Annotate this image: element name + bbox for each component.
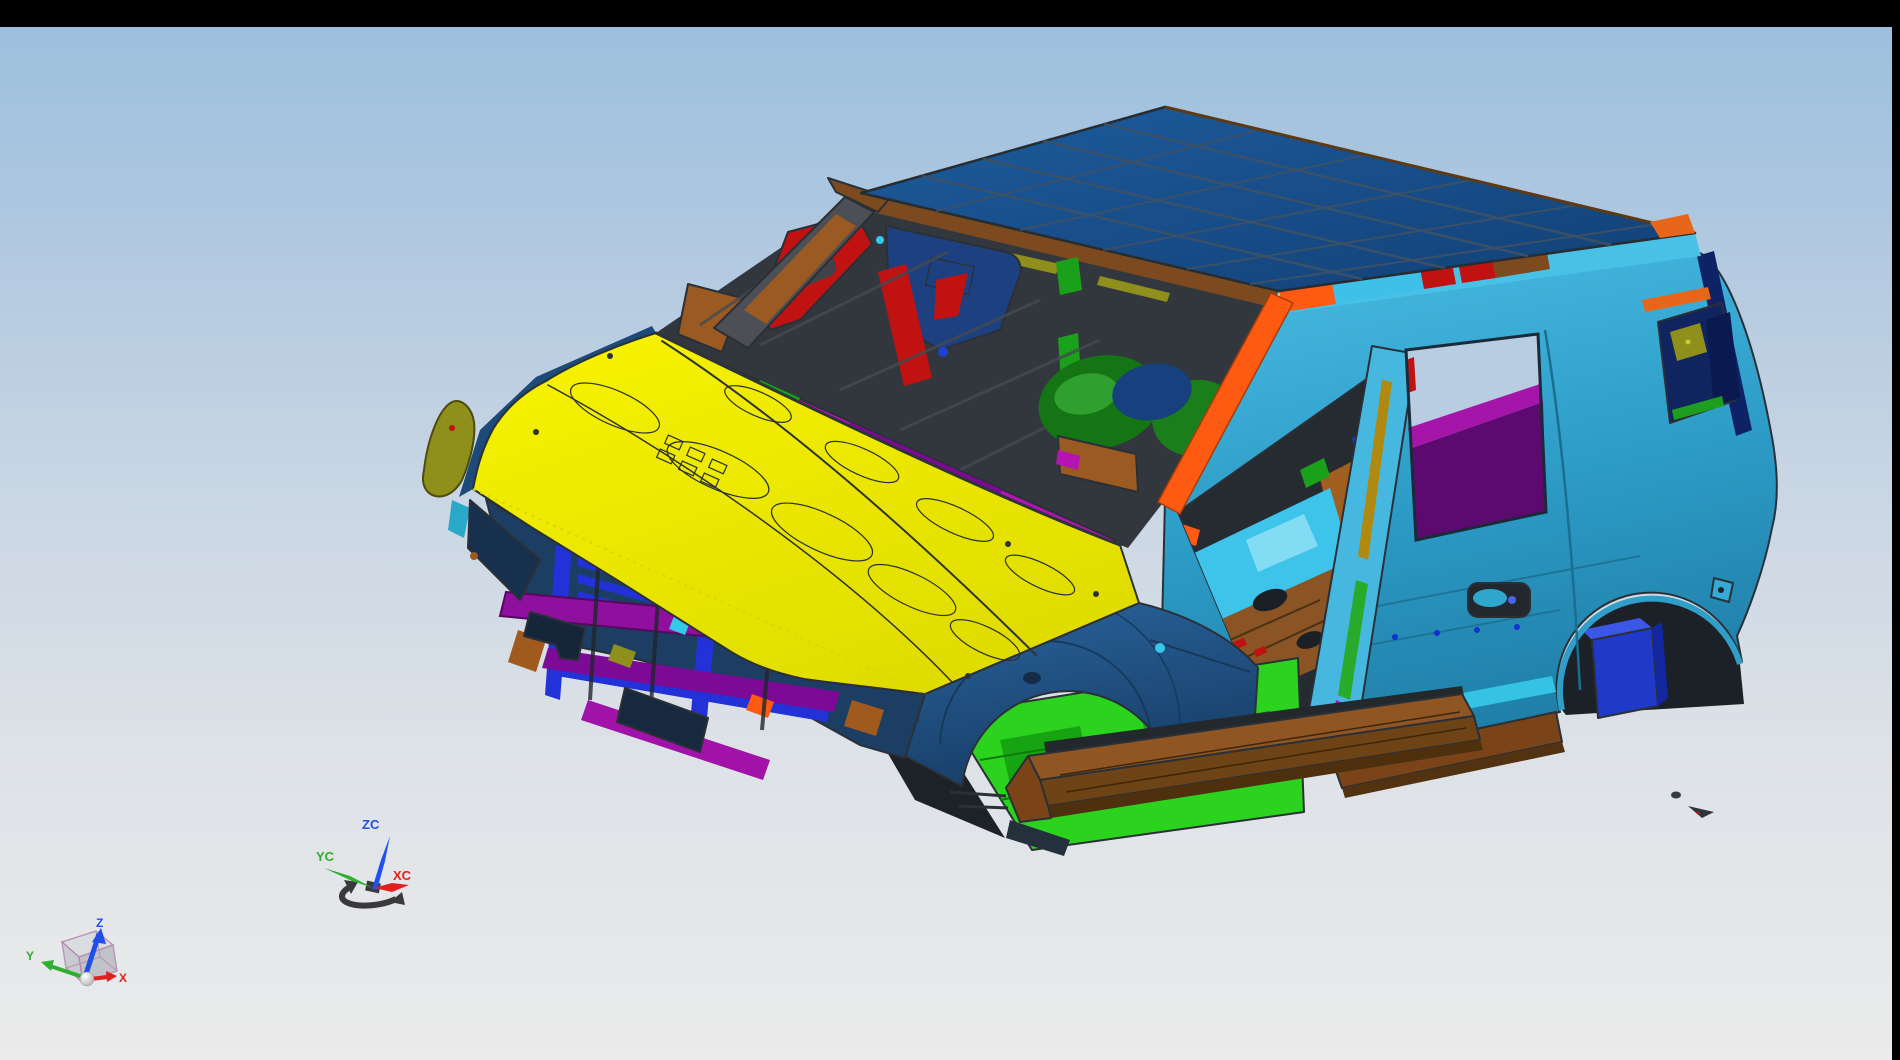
view-z-label: Z xyxy=(96,916,103,930)
view-orientation-triad[interactable]: Z Y X xyxy=(26,916,127,986)
loose-fragments xyxy=(1671,792,1714,819)
car-body-model[interactable] xyxy=(423,107,1777,856)
cad-application-window: ZC YC XC Z Y X xyxy=(0,0,1900,1060)
rear-door-window-opening xyxy=(1406,334,1546,540)
origin-sphere xyxy=(80,972,94,986)
window-right-edge-bar xyxy=(1892,0,1900,1060)
model-canvas[interactable]: ZC YC XC Z Y X xyxy=(0,27,1892,1060)
wcs-z-axis-arrow[interactable] xyxy=(372,836,390,890)
view-x-label: X xyxy=(119,971,127,985)
rear-door-handle xyxy=(1468,583,1530,617)
window-top-bar xyxy=(0,0,1900,27)
wcs-triad[interactable]: ZC YC XC xyxy=(316,817,412,906)
wcs-z-label: ZC xyxy=(362,817,380,832)
wcs-y-label: YC xyxy=(316,849,335,864)
wcs-x-label: XC xyxy=(393,868,412,883)
view-y-label: Y xyxy=(26,949,34,963)
viewport-3d[interactable]: ZC YC XC Z Y X xyxy=(0,27,1892,1060)
